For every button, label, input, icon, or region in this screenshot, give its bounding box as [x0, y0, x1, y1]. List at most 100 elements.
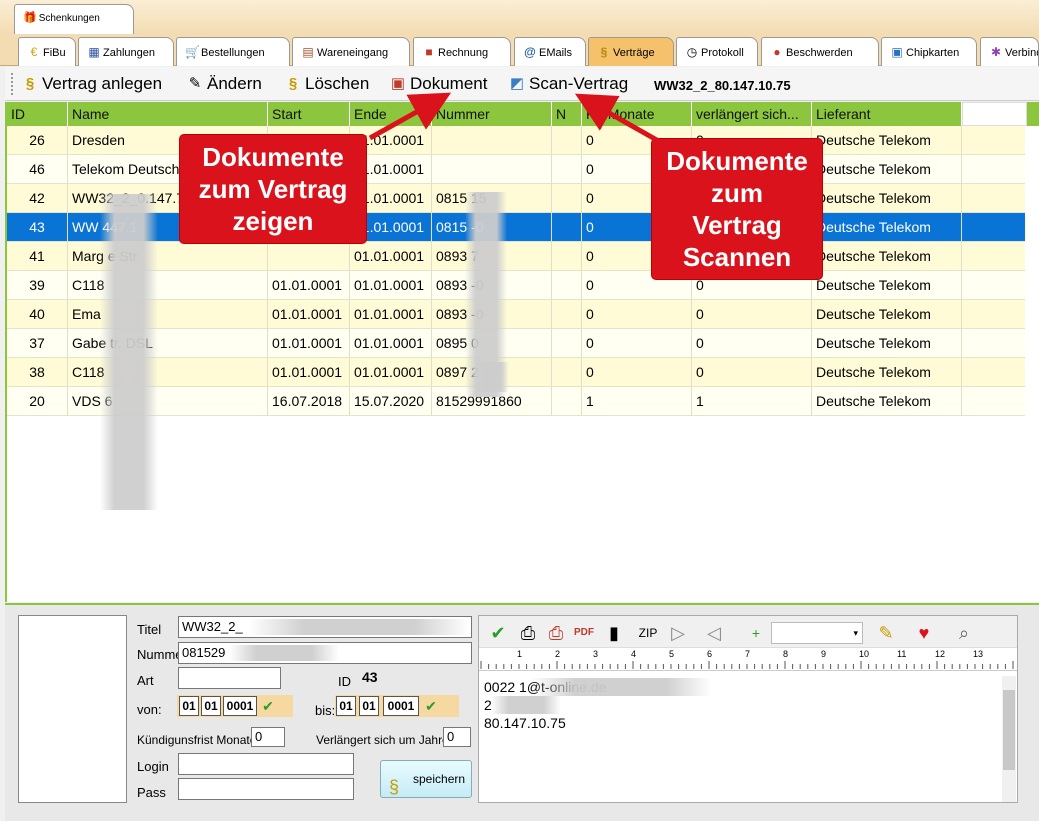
- col-id[interactable]: ID: [7, 102, 68, 126]
- cell-ende: 01.01.0001: [350, 242, 432, 271]
- ruler-number: 13: [973, 649, 984, 659]
- cell-n: [552, 126, 582, 155]
- tab-rechnung[interactable]: ■ Rechnung: [413, 37, 511, 66]
- cell-n: [552, 300, 582, 329]
- pdf-icon[interactable]: PDF: [573, 622, 595, 644]
- cell-verl: 0: [692, 300, 812, 329]
- paragraph-add-icon: §: [25, 75, 35, 92]
- table-row[interactable]: 40 Ema 01.01.0001 01.01.0001 0893 -0 0 0 Deutsc…: [7, 300, 1025, 329]
- table-row[interactable]: 41Marg e Str01.01.00010893 700Deutsche T…: [7, 242, 1025, 271]
- callout-line: Vertrag: [692, 210, 782, 240]
- editor-scrollbar[interactable]: [1002, 676, 1016, 802]
- titel-field[interactable]: WW32_2_: [178, 616, 472, 638]
- tab-label: Bestellungen: [201, 47, 265, 59]
- tab-wareneingang[interactable]: ▤ Wareneingang: [292, 37, 410, 66]
- pass-label: Pass: [137, 785, 166, 800]
- cell-lieferant: Deutsche Telekom: [812, 387, 962, 416]
- table-row[interactable]: 43WW 447.101.01.00010815 -000Deutsche Te…: [7, 213, 1025, 242]
- create-contract-button[interactable]: § Vertrag anlegen: [18, 72, 162, 96]
- tab-zahlungen[interactable]: ▦ Zahlungen: [78, 37, 174, 66]
- highlight-pen-icon[interactable]: ✎: [875, 622, 897, 644]
- table-row[interactable]: 46Telekom Deutschla01.01.000100Deutsche …: [7, 155, 1025, 184]
- col-kf-monate[interactable]: KF Monate: [582, 102, 692, 126]
- tab-beschwerden[interactable]: ● Beschwerden: [761, 37, 879, 66]
- col-lieferant[interactable]: Lieferant: [812, 102, 962, 126]
- document-button[interactable]: ▣ Dokument: [386, 72, 488, 96]
- zoom-icon[interactable]: ⌕: [953, 622, 975, 644]
- cell-n: [552, 155, 582, 184]
- login-field[interactable]: [178, 753, 354, 775]
- cell-start: 01.01.0001: [268, 329, 350, 358]
- verlaengert-label: Verlängert sich um Jahre: [316, 733, 449, 747]
- bis-label: bis:: [315, 703, 336, 718]
- edit-button[interactable]: ✎ Ändern: [183, 72, 262, 96]
- pass-field[interactable]: [178, 778, 354, 800]
- bis-day-field[interactable]: 01: [336, 696, 356, 716]
- calendar-check-icon[interactable]: ✔: [423, 698, 439, 714]
- heart-icon[interactable]: ♥: [913, 622, 935, 644]
- gift-icon: 🎁: [23, 12, 37, 24]
- von-year-field[interactable]: 0001: [223, 696, 257, 716]
- ruler-number: 11: [897, 649, 907, 659]
- print-preview-icon[interactable]: ⎙: [517, 622, 539, 644]
- art-field[interactable]: [178, 667, 281, 689]
- table-row[interactable]: 38 C118 01.01.0001 01.01.0001 0897 2 0 0 Deutsc…: [7, 358, 1025, 387]
- network-icon: ✱: [990, 45, 1002, 59]
- col-n[interactable]: N: [552, 102, 582, 126]
- cell-id: 20: [7, 387, 68, 416]
- tab-schenkungen[interactable]: 🎁 Schenkungen: [14, 4, 134, 34]
- bis-year-field[interactable]: 0001: [383, 696, 419, 716]
- table-row[interactable]: 42WW32_2_0.147.7.201.01.00010815 1500Deu…: [7, 184, 1025, 213]
- col-name[interactable]: Name: [68, 102, 268, 126]
- dolly-icon: ▤: [302, 45, 314, 59]
- col-ende[interactable]: Ende: [350, 102, 432, 126]
- von-month-field[interactable]: 01: [201, 696, 221, 716]
- cell-id: 38: [7, 358, 68, 387]
- cell-nummer: [432, 155, 552, 184]
- kuendigungsfrist-field[interactable]: 0: [251, 727, 285, 747]
- ruler-number: 4: [631, 649, 637, 659]
- table-row[interactable]: 37Gabe tr. DSL01.01.000101.01.00010895 0…: [7, 329, 1025, 358]
- toolbar-grip: [11, 73, 14, 95]
- save-button[interactable]: § speichern: [380, 760, 472, 798]
- scroll-thumb[interactable]: [1003, 690, 1015, 770]
- tab-emails[interactable]: @ EMails: [514, 37, 586, 66]
- col-blank: [962, 102, 1027, 126]
- cell-verl: 1: [692, 387, 812, 416]
- tab-vertraege[interactable]: § Verträge: [588, 37, 674, 66]
- calendar-check-icon[interactable]: ✔: [260, 698, 276, 714]
- callout-scan-documents: Dokumente zum Vertrag Scannen: [652, 139, 822, 279]
- print-icon[interactable]: ⎙: [545, 622, 567, 644]
- ruler-number: 1: [517, 649, 523, 659]
- table-row[interactable]: 26Dresden01.01.000100Deutsche Telekom: [7, 126, 1025, 155]
- col-verlaengert[interactable]: verlängert sich...: [692, 102, 812, 126]
- font-combo[interactable]: ▾: [771, 622, 863, 644]
- nummer-field[interactable]: 081529: [178, 642, 472, 664]
- col-start[interactable]: Start: [268, 102, 350, 126]
- tab-schenkungen-label: Schenkungen: [38, 13, 100, 24]
- page-forward-icon[interactable]: ▷: [667, 622, 689, 644]
- export-icon[interactable]: ▮: [603, 622, 625, 644]
- redaction-blur: [229, 645, 339, 661]
- table-row[interactable]: 20 VDS 6 16.07.2018 15.07.2020 81529991860 1 1…: [7, 387, 1025, 416]
- bis-month-field[interactable]: 01: [359, 696, 379, 716]
- tab-verbindungen[interactable]: ✱ Verbind: [980, 37, 1039, 66]
- nummer-label: Numme: [137, 647, 183, 662]
- tab-protokoll[interactable]: ◷ Protokoll: [676, 37, 758, 66]
- zip-icon[interactable]: ZIP: [637, 622, 659, 644]
- ruler-number: 5: [669, 649, 675, 659]
- von-day-field[interactable]: 01: [179, 696, 199, 716]
- delete-button[interactable]: § Löschen: [281, 72, 369, 96]
- tab-chipkarten[interactable]: ▣ Chipkarten: [881, 37, 977, 66]
- scan-contract-button[interactable]: ◩ Scan-Vertrag: [505, 72, 628, 96]
- cell-id: 41: [7, 242, 68, 271]
- cell-lieferant: Deutsche Telekom: [812, 271, 962, 300]
- tab-bestellungen[interactable]: 🛒 Bestellungen: [176, 37, 290, 66]
- insert-icon[interactable]: +: [745, 622, 767, 644]
- col-nummer[interactable]: Nummer: [432, 102, 552, 126]
- page-back-icon[interactable]: ◁: [703, 622, 725, 644]
- verlaengert-field[interactable]: 0: [443, 727, 471, 747]
- check-icon[interactable]: ✔: [487, 622, 509, 644]
- tab-fibu[interactable]: € FiBu: [18, 37, 76, 66]
- table-row[interactable]: 39 C118 01.01.0001 01.01.0001 0893 -0 0 0 Deuts…: [7, 271, 1025, 300]
